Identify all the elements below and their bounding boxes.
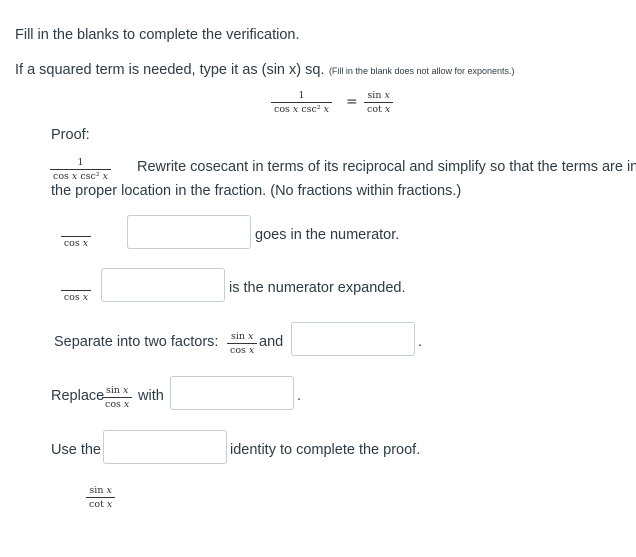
step4-fraction: sin 𝑥 cos 𝑥 xyxy=(227,331,258,356)
step6-identity-input[interactable] xyxy=(103,430,227,464)
identity-lhs-denominator: cos 𝑥 csc² 𝑥 xyxy=(271,102,333,115)
step5-fraction: sin 𝑥 cos 𝑥 xyxy=(102,385,133,410)
step1-instruction-line-2: the proper location in the fraction. (No… xyxy=(51,183,462,199)
step4-frac-denominator: cos 𝑥 xyxy=(227,343,258,356)
step1-instruction-line-1: Rewrite cosecant in terms of its recipro… xyxy=(137,159,636,175)
step1-fraction: 1 cos 𝑥 csc² 𝑥 xyxy=(50,157,112,182)
step2-numerator xyxy=(52,226,100,236)
step2-fraction: cos 𝑥 xyxy=(52,226,100,249)
step2-suffix: goes in the numerator. xyxy=(255,227,400,243)
instruction-note: (Fill in the blank does not allow for ex… xyxy=(328,66,515,76)
step5-replacement-input[interactable] xyxy=(170,376,294,410)
step3-fraction: cos 𝑥 xyxy=(52,280,100,303)
proof-heading: Proof: xyxy=(51,127,90,143)
final-denominator: cot 𝑥 xyxy=(86,497,116,510)
step4-prefix: Separate into two factors: xyxy=(54,334,219,350)
instruction-main: If a squared term is needed, type it as … xyxy=(15,62,325,78)
step5-frac-numerator: sin 𝑥 xyxy=(105,385,129,396)
identity-rhs-denominator: cot 𝑥 xyxy=(364,102,394,115)
instruction-line-2: If a squared term is needed, type it as … xyxy=(15,61,515,79)
step3-suffix: is the numerator expanded. xyxy=(229,280,406,296)
step3-numerator xyxy=(52,280,100,290)
step1-numerator: 1 xyxy=(77,157,84,168)
step6-prefix: Use the xyxy=(51,442,101,458)
step5-frac-denominator: cos 𝑥 xyxy=(102,397,133,410)
step5-prefix: Replace xyxy=(51,388,105,404)
step6-suffix: identity to complete the proof. xyxy=(230,442,421,458)
identity-lhs-fraction: 1 cos 𝑥 csc² 𝑥 xyxy=(271,90,333,115)
step5-period: . xyxy=(297,388,302,404)
step2-denominator: cos 𝑥 xyxy=(60,236,92,249)
step5-connector: with xyxy=(138,388,164,404)
step4-connector: and xyxy=(259,334,284,350)
identity-rhs-fraction: sin 𝑥 cot 𝑥 xyxy=(364,90,394,115)
step3-expanded-numerator-input[interactable] xyxy=(101,268,225,302)
final-fraction: sin 𝑥 cot 𝑥 xyxy=(86,485,116,510)
step4-second-factor-input[interactable] xyxy=(291,322,415,356)
step4-period: . xyxy=(418,334,423,350)
identity-rhs-numerator: sin 𝑥 xyxy=(367,90,390,101)
instruction-line-1: Fill in the blanks to complete the verif… xyxy=(15,27,300,43)
identity-equals: = xyxy=(346,94,358,110)
final-numerator: sin 𝑥 xyxy=(89,485,112,496)
identity-lhs-numerator: 1 xyxy=(298,90,305,101)
step4-frac-numerator: sin 𝑥 xyxy=(230,331,254,342)
step2-numerator-input[interactable] xyxy=(127,215,251,249)
step3-denominator: cos 𝑥 xyxy=(60,290,92,303)
step1-denominator: cos 𝑥 csc² 𝑥 xyxy=(50,169,112,182)
